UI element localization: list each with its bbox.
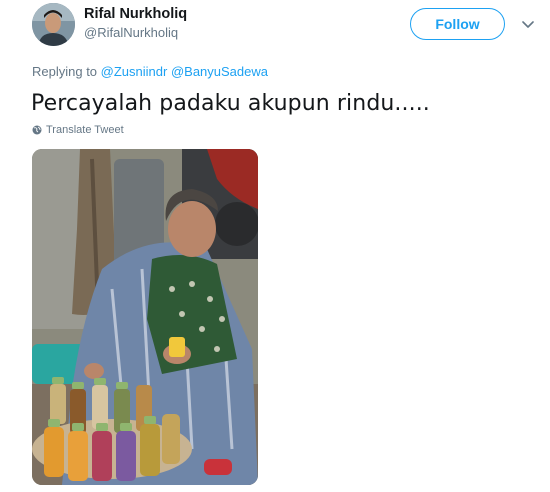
more-options-caret[interactable] [519,16,537,34]
chevron-down-icon [522,21,534,28]
author-avatar[interactable] [32,3,75,46]
replying-to: Replying to @Zusniindr @BanyuSadewa [32,64,268,80]
author-info[interactable]: Rifal Nurkholiq @RifalNurkholiq [84,5,187,42]
author-display-name[interactable]: Rifal Nurkholiq [84,5,187,23]
tweet: Rifal Nurkholiq @RifalNurkholiq Follow R… [0,0,550,492]
globe-icon [32,125,42,135]
translate-tweet[interactable]: Translate Tweet [32,124,124,136]
tweet-text: Percayalah padaku akupun rindu..... [31,91,430,116]
photo-elderly-woman-selling-drinks-icon [32,149,258,485]
replying-to-prefix: Replying to [32,64,101,79]
follow-button[interactable]: Follow [410,8,505,40]
tweet-photo[interactable] [32,149,258,485]
translate-label: Translate Tweet [46,124,124,136]
mention-zusniindr[interactable]: @Zusniindr [101,64,168,79]
avatar-photo-icon [32,3,75,46]
mention-banyusadewa[interactable]: @BanyuSadewa [171,64,268,79]
author-handle[interactable]: @RifalNurkholiq [84,24,187,42]
